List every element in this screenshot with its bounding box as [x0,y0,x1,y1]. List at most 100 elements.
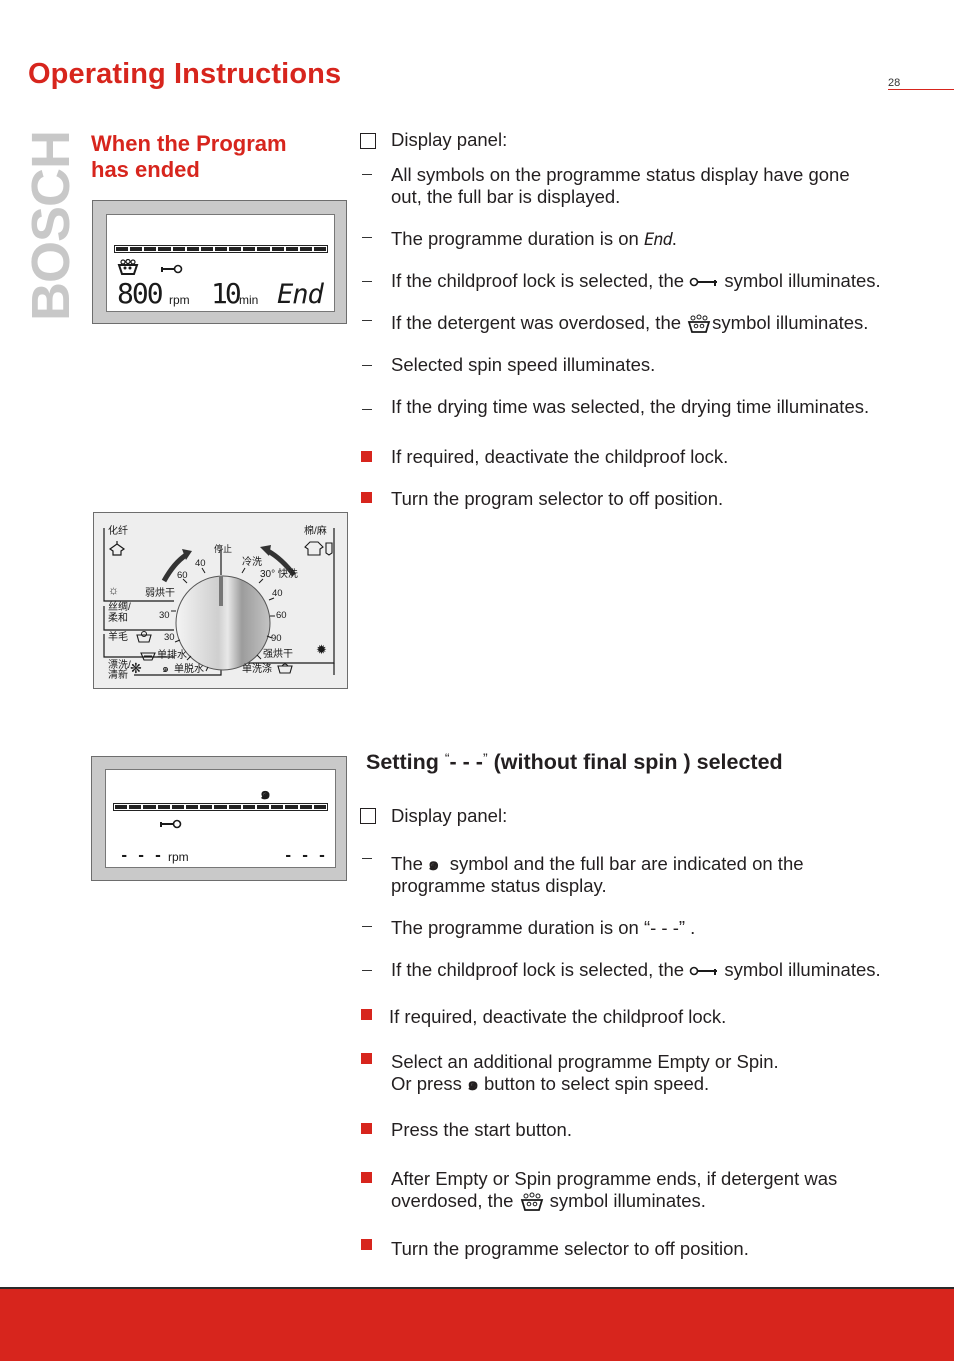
lcd-panel-no-spin: ๑ - - - rpm - - - [91,756,347,881]
page-number: 28 [888,77,901,89]
temp-60-left: 60 [177,570,188,581]
note-spin-speed: Selected spin speed illuminates. [391,354,656,375]
dial-label-wash-only: 单洗涤 [242,664,272,675]
sun-icon: ☼ [108,583,119,597]
lcd-duration-dashes: - - - [284,848,327,864]
lcd-spin-speed-dashes: - - - [120,848,163,864]
detergent-overdose-icon [687,314,711,334]
handwash-icon [136,631,152,643]
dial-label-wool: 羊毛 [108,632,128,643]
note-symbols-gone: All symbols on the programme status disp… [391,164,850,207]
note-childproof-lock: If the childproof lock is selected, the … [391,270,881,291]
dash-bullet [362,365,372,366]
dash-bullet [362,858,372,859]
detergent-overdose-icon [117,259,139,275]
step-press-start: Press the start button. [391,1119,572,1140]
strong-dry-sun-icon: ✹ [316,642,327,657]
step-bullet [361,492,372,503]
dial-label-spin-only: 单脱水 [174,664,204,675]
dash-bullet [362,237,372,238]
note-duration-end: The programme duration is on End. [391,228,677,250]
note-drying-time: If the drying time was selected, the dry… [391,396,870,417]
dash-bullet [362,320,372,321]
note-detergent-overdose: If the detergent was overdosed, the symb… [391,312,869,334]
dial-label-quick-wash: 30° 快洗 [260,569,298,580]
brand-logo-text: BOSCH [21,130,81,321]
step-detergent-overdose: After Empty or Spin programme ends, if d… [391,1168,838,1212]
note-spin-symbol-full-bar: The ๑ symbol and the full bar are indica… [391,853,804,896]
dial-label-light-dry: 弱烘干 [145,588,175,599]
dash-bullet [362,409,372,410]
step-deactivate-lock: If required, deactivate the childproof l… [391,446,729,467]
dash-bullet [362,174,372,175]
program-selector-dial-diagram: 化纤 ☼ 弱烘干 丝绸/ 柔和 羊毛 单排水 漂洗/ 清新 ❋ ๑ 单脱水 单洗… [93,512,348,689]
rinse-flower-icon: ❋ [130,660,142,676]
dial-label-cotton-linen: 棉/麻 [304,526,327,537]
dial-label-delicate: 柔和 [108,613,128,624]
display-panel-checkbox-icon [360,133,376,149]
temp-60-right: 60 [276,610,287,621]
lcd-min-unit: min [239,293,259,307]
cotton-icon [304,541,333,556]
key-icon [161,264,183,274]
dial-label-synthetics: 化纤 [108,526,128,537]
spin-icon: ๑ [162,663,169,675]
tub-icon [277,663,293,674]
drain-icon [140,652,156,661]
dash-bullet [362,970,372,971]
spin-icon: ๑ [467,1073,479,1094]
detergent-overdose-icon [520,1192,543,1212]
section-heading-line1: When the Program [91,131,287,156]
step-bullet [361,1123,372,1134]
dial-label-silk: 丝绸/ [108,602,131,613]
lcd-screen: 800 rpm 10 min End [106,214,335,312]
spin-icon: ๑ [428,854,440,874]
step-select-empty-or-spin: Select an additional programme Empty or … [391,1051,779,1094]
step-bullet [361,1053,372,1064]
end-code: End [643,230,673,250]
display-panel-label: Display panel: [391,129,508,150]
dial-label-drain-only: 单排水 [157,650,187,661]
temp-40-left: 40 [195,558,206,569]
step-bullet [361,1239,372,1250]
note-duration-dashes: The programme duration is on “- - -” . [391,917,696,938]
lcd-end-status: End [277,279,324,310]
lcd-rpm-unit: rpm [169,293,190,307]
brand-watermark: BOSCH [21,128,81,323]
section-heading-without-final-spin: Setting “- - -” (without final spin ) se… [366,750,783,774]
dial-label-cold-wash: 冷洗 [242,557,262,568]
page-number-underline [888,89,954,90]
lcd-panel-end: 800 rpm 10 min End [92,200,347,324]
key-icon [689,277,718,287]
step-bullet [361,451,372,462]
lcd-spin-speed: 800 [117,277,164,310]
dash-bullet [362,281,372,282]
section-heading-line2: has ended [91,157,200,182]
dial-label-refresh: 清新 [108,670,128,681]
dial-label-stop: 停止 [214,544,233,554]
lcd-rpm-unit: rpm [168,850,189,864]
dial-label-strong-dry: 强烘干 [263,649,293,660]
section-heading-program-ended: When the Program has ended [91,131,351,183]
step-deactivate-lock: If required, deactivate the childproof l… [389,1006,727,1027]
key-icon [160,819,182,829]
page-title: Operating Instructions [28,58,342,90]
step-turn-selector-off: Turn the programme selector to off posit… [391,1238,749,1259]
step-turn-selector-off: Turn the program selector to off positio… [391,488,724,509]
temp-30-silk: 30 [159,610,170,621]
footer-band [0,1287,954,1361]
step-bullet [361,1009,372,1020]
note-childproof-lock: If the childproof lock is selected, the … [391,959,881,980]
temp-40-right: 40 [272,588,283,599]
temp-30-wool: 30 [164,632,175,643]
display-panel-label: Display panel: [391,805,508,826]
lcd-duration: 10 [211,277,242,310]
key-icon [689,966,718,976]
temp-90-right: 90 [271,633,282,644]
display-panel-checkbox-icon [360,808,376,824]
progress-bar-full [113,803,328,811]
progress-bar-full [114,245,328,253]
dash-bullet [362,926,372,927]
shirt-icon [108,541,126,556]
lcd-screen: ๑ - - - rpm - - - [105,769,336,868]
